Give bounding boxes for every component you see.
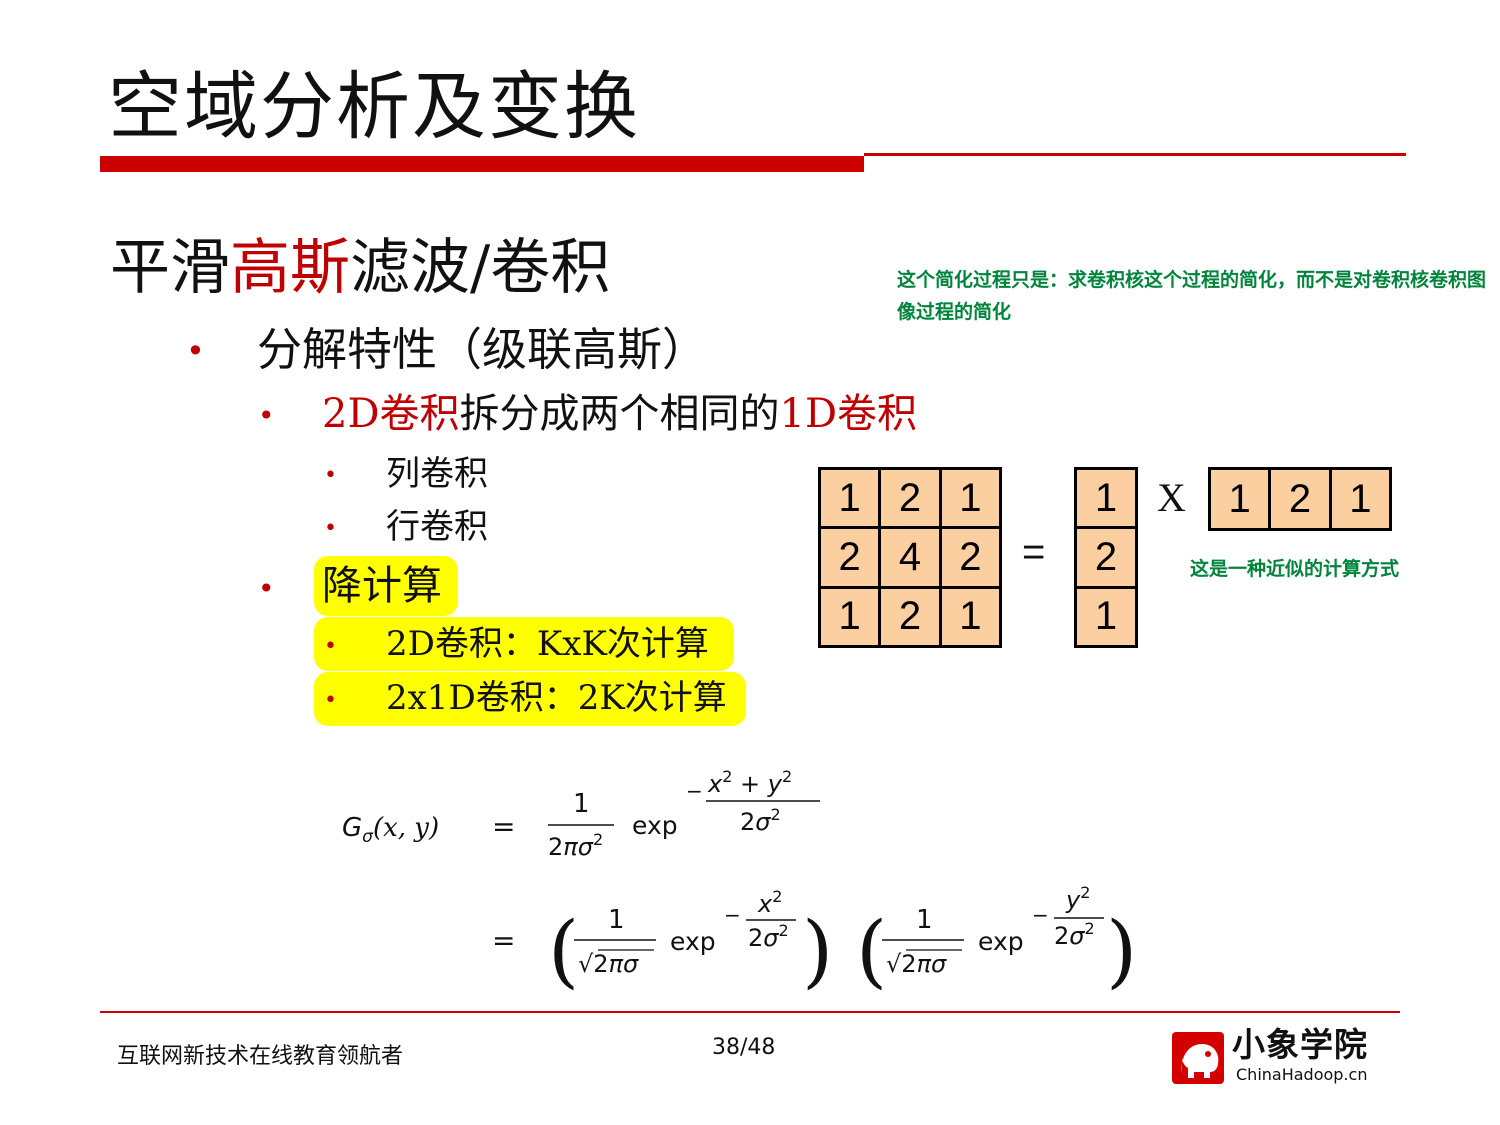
formula-minus-2: −: [724, 903, 741, 927]
bullet-dot: •: [324, 463, 337, 488]
bullet-split-mid: 拆分成两个相同的: [459, 391, 780, 437]
logo-domain: ChinaHadoop.cn: [1236, 1065, 1368, 1084]
matrix-cell: 2: [941, 529, 999, 586]
times-sign: X: [1157, 475, 1186, 520]
matrix-cell: 1: [821, 588, 879, 645]
note-top: 这个简化过程只是：求卷积核这个过程的简化，而不是对卷积核卷积图像过程的简化: [897, 269, 1487, 323]
formula-exponent-num: x2 + y2: [707, 767, 792, 798]
formula-eq-2: =: [492, 924, 515, 957]
footer-slogan: 互联网新技术在线教育领航者: [117, 1044, 404, 1069]
formula-minus-1: −: [686, 779, 703, 803]
row-vector: 1 2 1: [1208, 467, 1392, 531]
vector-cell: 1: [1077, 588, 1135, 645]
footer-divider: [100, 1011, 1400, 1013]
formula-lhs: Gσ(x, y): [342, 813, 439, 847]
formula-exp-2: exp: [670, 927, 716, 956]
formula-one-3: 1: [916, 905, 933, 935]
title-underline-thick: [100, 156, 864, 172]
bullet-split-1d: 1D卷积: [779, 391, 918, 437]
equals-sign: =: [1022, 530, 1046, 574]
page-number: 38/48: [712, 1035, 776, 1060]
matrix-cell: 2: [821, 529, 879, 586]
vector-cell: 2: [1077, 529, 1135, 586]
bullet-decomposition: 分解特性（级联高斯）: [257, 323, 708, 376]
bullet-row-conv: 行卷积: [386, 507, 488, 547]
matrix-cell: 2: [881, 470, 939, 527]
matrix-cell: 1: [941, 588, 999, 645]
bullet-1d-cost: 2x1D卷积：2K次计算: [386, 678, 727, 718]
formula-exp-3: exp: [978, 927, 1024, 956]
heading-part1: 平滑: [110, 233, 230, 303]
column-vector: 1 2 1: [1074, 467, 1138, 648]
bullet-column-conv: 列卷积: [386, 454, 488, 494]
formula-one-1: 1: [573, 789, 590, 819]
vector-cell: 1: [1331, 470, 1389, 528]
logo-name: 小象学院: [1232, 1025, 1368, 1064]
bullet-split-2d: 2D卷积: [322, 391, 460, 437]
formula-exponent-den: 2σ2: [740, 805, 781, 836]
paren-left-1: (: [548, 904, 579, 997]
bullet-dot: •: [324, 634, 337, 659]
heading-part2: 高斯: [230, 233, 350, 303]
formula-sqrt-2: √2πσ: [886, 950, 947, 978]
bullet-dot: •: [324, 688, 337, 713]
matrix-cell: 1: [941, 470, 999, 527]
gaussian-formula: Gσ(x, y) = 1 2πσ2 exp − x2 + y2 2σ2 = ( …: [342, 767, 1137, 997]
kernel-2d-matrix: 1 2 1 2 4 2 1 2 1: [818, 467, 1002, 648]
vector-cell: 1: [1077, 470, 1135, 527]
bullet-dot: •: [258, 572, 275, 605]
formula-minus-3: −: [1032, 903, 1049, 927]
formula-eq-1: =: [492, 810, 515, 843]
formula-exp-1: exp: [632, 811, 678, 840]
note-right: 这是一种近似的计算方式: [1190, 558, 1400, 580]
matrix-cell: 4: [881, 529, 939, 586]
slide-title: 空域分析及变换: [108, 64, 640, 150]
matrix-cell: 1: [821, 470, 879, 527]
formula-sqrt-1: √2πσ: [578, 950, 639, 978]
bullet-2d-cost: 2D卷积：KxK次计算: [386, 624, 709, 664]
vector-cell: 2: [1271, 470, 1329, 528]
formula-denominator-1: 2πσ2: [548, 830, 603, 861]
bullet-dot: •: [186, 332, 205, 370]
bullet-dot: •: [324, 516, 337, 541]
bullet-reduce: 降计算: [322, 563, 442, 609]
bullet-dot: •: [258, 399, 275, 432]
formula-2sigma2-a: 2σ2: [748, 921, 789, 952]
matrix-cell: 2: [881, 588, 939, 645]
section-heading: 平滑高斯滤波/卷积: [110, 232, 610, 304]
paren-left-2: (: [856, 904, 887, 997]
title-underline-thin: [864, 153, 1406, 156]
formula-one-2: 1: [608, 905, 625, 935]
paren-right-1: ): [802, 904, 833, 997]
vector-cell: 1: [1211, 470, 1269, 528]
formula-x2: x2: [757, 887, 782, 918]
bullet-split: 2D卷积拆分成两个相同的1D卷积: [322, 388, 917, 440]
paren-right-2: ): [1106, 904, 1137, 997]
formula-2sigma2-b: 2σ2: [1054, 919, 1095, 950]
formula-y2: y2: [1065, 883, 1090, 914]
heading-part3: 滤波/卷积: [350, 233, 611, 303]
